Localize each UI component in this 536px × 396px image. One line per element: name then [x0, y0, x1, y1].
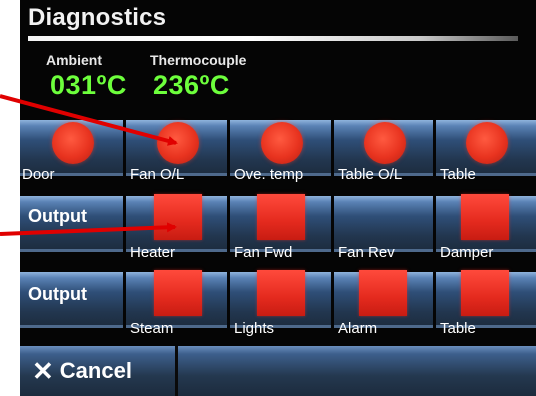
annotation-arrow-heater	[0, 222, 177, 236]
annotation-arrows	[0, 94, 178, 236]
annotation-arrow-fan-ol	[0, 94, 178, 146]
